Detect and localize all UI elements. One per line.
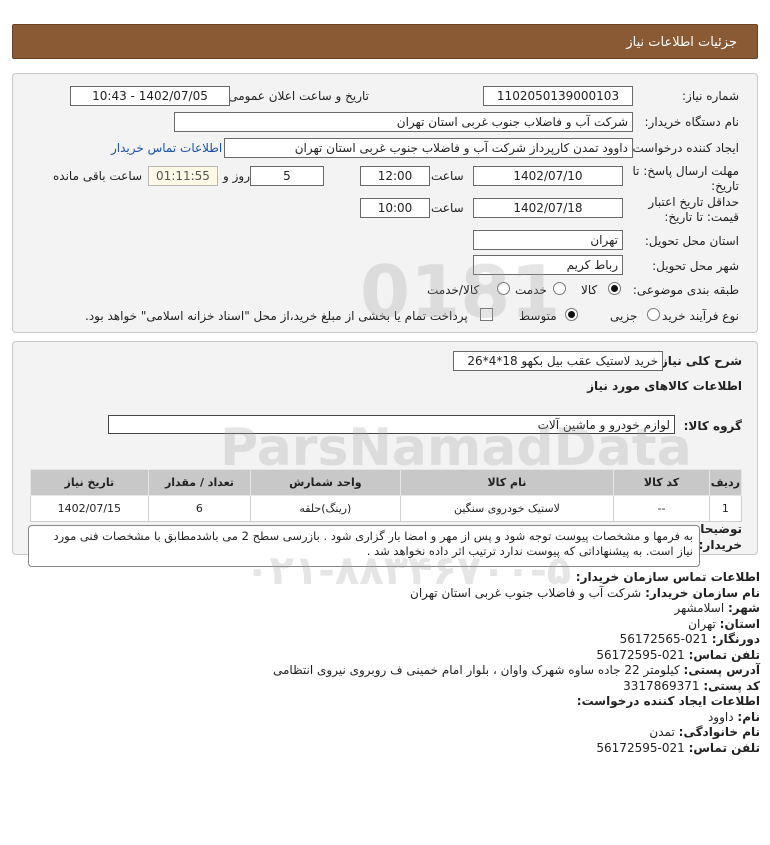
col-date: تاریخ نیاز (30, 469, 149, 496)
page-header: جزئیات اطلاعات نیاز (12, 24, 758, 59)
col-name: نام کالا (399, 469, 615, 496)
category-label: طبقه بندی موضوعی: (632, 283, 739, 297)
items-table: ردیف کد کالا نام کالا واحد شمارش تعداد /… (30, 469, 743, 522)
cell-date: 1402/07/15 (30, 495, 149, 522)
deadline-date-label: تاریخ: (711, 179, 739, 193)
need-number-field: 1102050139000103 (483, 86, 633, 106)
col-code: کد کالا (613, 469, 710, 496)
category-service-label: خدمت (515, 283, 547, 297)
contact-info-section: اطلاعات تماس سازمان خریدار: نام سازمان خ… (15, 570, 760, 756)
contact-postal: کد پستی: 3317869371 (623, 678, 760, 693)
days-remaining-field: 5 (250, 166, 324, 186)
col-row: ردیف (708, 469, 743, 496)
cell-name: لاستیک خودروی سنگین (399, 495, 615, 522)
purchase-minor-label: جزیی (610, 309, 638, 323)
contact-fax: دورنگار: 021-56172565 (619, 632, 760, 646)
buyer-org-field: شرکت آب و فاضلاب جنوب غربی استان تهران (174, 112, 633, 132)
page-title: جزئیات اطلاعات نیاز (626, 35, 737, 50)
category-goods-label: کالا (581, 283, 598, 297)
buyer-notes-label-2: خریدار: (698, 538, 742, 552)
group-label: گروه کالا: (683, 419, 742, 433)
validity-date-field: 1402/07/18 (473, 198, 623, 218)
deadline-hour-label: ساعت (431, 169, 464, 183)
treasury-payment-checkbox[interactable] (480, 308, 493, 321)
summary-label: شرح کلی نیاز: (656, 354, 742, 368)
need-details-panel: شماره نیاز: 1102050139000103 تاریخ و ساع… (12, 73, 758, 333)
items-panel: شرح کلی نیاز: خرید لاستیک عقب بیل بکهو 1… (12, 341, 758, 567)
category-goods-radio[interactable] (608, 282, 621, 295)
need-number-label: شماره نیاز: (682, 89, 739, 103)
validity-label: حداقل تاریخ اعتبار (648, 195, 739, 209)
contact-province: استان: تهران (688, 616, 760, 631)
validity-hour-label: ساعت (431, 201, 464, 215)
province-label: استان محل تحویل: (644, 234, 739, 248)
remaining-time-field: 01:11:55 (148, 166, 218, 186)
purchase-medium-radio[interactable] (565, 308, 578, 321)
items-table-header: ردیف کد کالا نام کالا واحد شمارش تعداد /… (30, 469, 743, 496)
creator-first-name: نام: داوود (707, 709, 760, 724)
col-unit: واحد شمارش (250, 469, 401, 496)
purchase-minor-radio[interactable] (647, 308, 660, 321)
creator-phone: تلفن تماس: 021-56172595 (596, 740, 760, 755)
cell-unit: (رینگ)حلقه (250, 495, 401, 522)
contact-address: آدرس پستی: کیلومتر 22 جاده ساوه شهرک واو… (272, 663, 760, 677)
contact-phone: تلفن تماس: 021-56172595 (596, 647, 760, 662)
deadline-label: مهلت ارسال پاسخ: تا (632, 164, 739, 178)
creator-label: ایجاد کننده درخواست: (628, 141, 739, 155)
items-info-title: اطلاعات کالاهای مورد نیاز (587, 379, 742, 393)
treasury-payment-note: پرداخت تمام یا بخشی از مبلغ خرید،از محل … (85, 309, 468, 323)
announce-datetime-field: 1402/07/05 - 10:43 (70, 86, 230, 106)
contact-buyer-name: نام سازمان خریدار: شرکت آب و فاضلاب جنوب… (410, 585, 760, 600)
creator-field: داوود تمدن کارپرداز شرکت آب و فاضلاب جنو… (224, 138, 633, 158)
summary-field: خرید لاستیک عقب بیل بکهو 18*4*26 (453, 351, 663, 371)
table-row: 1 -- لاستیک خودروی سنگین (رینگ)حلقه 6 14… (30, 495, 743, 522)
days-label: روز و (223, 169, 250, 183)
purchase-medium-label: متوسط (519, 309, 557, 323)
deadline-date-field: 1402/07/10 (473, 166, 623, 186)
purchase-type-label: نوع فرآیند خرید : (654, 309, 739, 323)
remaining-time-label: ساعت باقی مانده (53, 169, 143, 183)
col-quantity: تعداد / مقدار (147, 469, 252, 496)
category-service-radio[interactable] (553, 282, 566, 295)
category-goods-service-label: کالا/خدمت (427, 283, 480, 297)
contact-title: اطلاعات تماس سازمان خریدار: (575, 570, 760, 584)
buyer-notes-box: به فرمها و مشخصات پیوست توجه شود و پس از… (28, 525, 700, 567)
creator-last-name: نام خانوادگی: تمدن (649, 725, 760, 739)
deadline-hour-field: 12:00 (360, 166, 430, 186)
announce-label: تاریخ و ساعت اعلان عمومی: (224, 89, 369, 103)
buyer-org-label: نام دستگاه خریدار: (644, 115, 740, 129)
cell-row: 1 (708, 495, 743, 522)
buyer-contact-link[interactable]: اطلاعات تماس خریدار (111, 141, 222, 155)
creator-info-title: اطلاعات ایجاد کننده درخواست: (576, 694, 760, 708)
contact-city: شهر: اسلامشهر (674, 601, 760, 615)
category-goods-service-radio[interactable] (497, 282, 510, 295)
city-label: شهر محل تحویل: (652, 259, 739, 273)
validity-hour-field: 10:00 (360, 198, 430, 218)
cell-code: -- (613, 495, 710, 522)
province-field: تهران (473, 230, 623, 250)
city-field: رباط کریم (473, 255, 623, 275)
validity-date-label: قیمت: تا تاریخ: (664, 210, 739, 224)
group-field: لوازم خودرو و ماشین آلات (108, 415, 675, 434)
cell-quantity: 6 (147, 495, 252, 522)
